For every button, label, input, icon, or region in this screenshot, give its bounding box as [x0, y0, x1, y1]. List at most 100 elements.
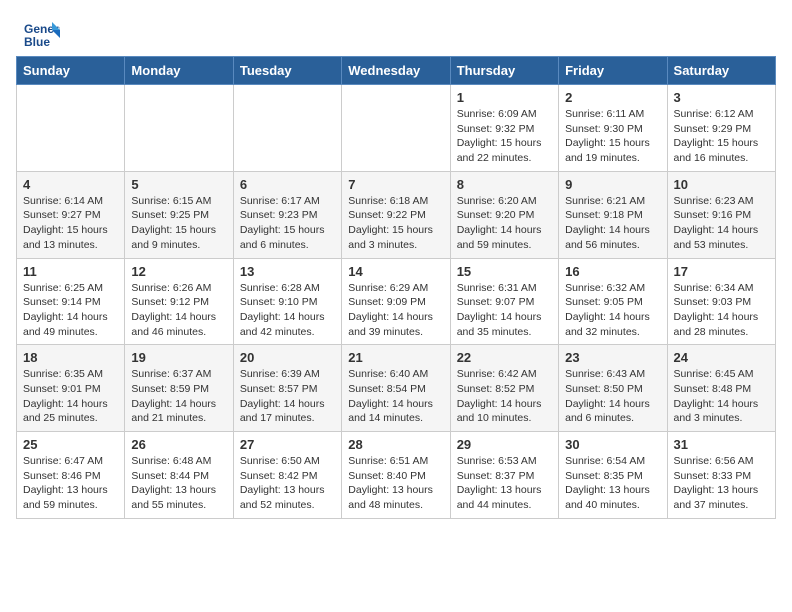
day-info: Sunrise: 6:48 AMSunset: 8:44 PMDaylight:… [131, 454, 226, 513]
day-number: 24 [674, 350, 769, 365]
day-number: 28 [348, 437, 443, 452]
day-number: 5 [131, 177, 226, 192]
day-info: Sunrise: 6:25 AMSunset: 9:14 PMDaylight:… [23, 281, 118, 340]
day-info: Sunrise: 6:29 AMSunset: 9:09 PMDaylight:… [348, 281, 443, 340]
weekday-header-tuesday: Tuesday [233, 57, 341, 85]
day-number: 17 [674, 264, 769, 279]
calendar-cell [342, 85, 450, 172]
day-info: Sunrise: 6:37 AMSunset: 8:59 PMDaylight:… [131, 367, 226, 426]
calendar-cell: 20Sunrise: 6:39 AMSunset: 8:57 PMDayligh… [233, 345, 341, 432]
day-info: Sunrise: 6:35 AMSunset: 9:01 PMDaylight:… [23, 367, 118, 426]
page-header: General Blue [0, 0, 792, 56]
calendar-cell: 26 Sunrise: 6:48 AMSunset: 8:44 PMDayligh… [125, 432, 233, 519]
weekday-header-saturday: Saturday [667, 57, 775, 85]
calendar-cell: 28Sunrise: 6:51 AMSunset: 8:40 PMDayligh… [342, 432, 450, 519]
day-info: Sunrise: 6:34 AMSunset: 9:03 PMDaylight:… [674, 281, 769, 340]
calendar-cell: 16 Sunrise: 6:32 AMSunset: 9:05 PMDayligh… [559, 258, 667, 345]
day-number: 16 [565, 264, 660, 279]
day-number: 23 [565, 350, 660, 365]
day-info: Sunrise: 6:56 AMSunset: 8:33 PMDaylight:… [674, 454, 769, 513]
weekday-header-sunday: Sunday [17, 57, 125, 85]
calendar-cell: 3 Sunrise: 6:12 AMSunset: 9:29 PMDaylight… [667, 85, 775, 172]
day-info: Sunrise: 6:50 AMSunset: 8:42 PMDaylight:… [240, 454, 335, 513]
weekday-header-thursday: Thursday [450, 57, 558, 85]
calendar-cell: 23Sunrise: 6:43 AMSunset: 8:50 PMDayligh… [559, 345, 667, 432]
day-number: 18 [23, 350, 118, 365]
day-number: 19 [131, 350, 226, 365]
day-number: 10 [674, 177, 769, 192]
calendar-cell: 18 Sunrise: 6:35 AMSunset: 9:01 PMDayligh… [17, 345, 125, 432]
weekday-header-friday: Friday [559, 57, 667, 85]
day-info: Sunrise: 6:18 AMSunset: 9:22 PMDaylight:… [348, 194, 443, 253]
day-info: Sunrise: 6:40 AMSunset: 8:54 PMDaylight:… [348, 367, 443, 426]
day-info: Sunrise: 6:11 AMSunset: 9:30 PMDaylight:… [565, 107, 660, 166]
day-info: Sunrise: 6:45 AMSunset: 8:48 PMDaylight:… [674, 367, 769, 426]
day-info: Sunrise: 6:31 AMSunset: 9:07 PMDaylight:… [457, 281, 552, 340]
day-info: Sunrise: 6:42 AMSunset: 8:52 PMDaylight:… [457, 367, 552, 426]
calendar-cell [233, 85, 341, 172]
calendar-cell: 17 Sunrise: 6:34 AMSunset: 9:03 PMDayligh… [667, 258, 775, 345]
calendar-cell: 13 Sunrise: 6:28 AMSunset: 9:10 PMDayligh… [233, 258, 341, 345]
calendar-cell: 19 Sunrise: 6:37 AMSunset: 8:59 PMDayligh… [125, 345, 233, 432]
calendar-week-row: 4 Sunrise: 6:14 AMSunset: 9:27 PMDaylight… [17, 171, 776, 258]
day-number: 30 [565, 437, 660, 452]
day-info: Sunrise: 6:26 AMSunset: 9:12 PMDaylight:… [131, 281, 226, 340]
day-number: 2 [565, 90, 660, 105]
calendar-cell: 10 Sunrise: 6:23 AMSunset: 9:16 PMDayligh… [667, 171, 775, 258]
calendar-cell: 11 Sunrise: 6:25 AMSunset: 9:14 PMDayligh… [17, 258, 125, 345]
day-number: 27 [240, 437, 335, 452]
calendar-cell: 25 Sunrise: 6:47 AMSunset: 8:46 PMDayligh… [17, 432, 125, 519]
calendar-header: SundayMondayTuesdayWednesdayThursdayFrid… [17, 57, 776, 85]
calendar-body: 1Sunrise: 6:09 AMSunset: 9:32 PMDaylight… [17, 85, 776, 519]
day-number: 12 [131, 264, 226, 279]
day-number: 14 [348, 264, 443, 279]
day-number: 15 [457, 264, 552, 279]
weekday-header-monday: Monday [125, 57, 233, 85]
calendar-week-row: 11 Sunrise: 6:25 AMSunset: 9:14 PMDayligh… [17, 258, 776, 345]
day-number: 26 [131, 437, 226, 452]
calendar-table: SundayMondayTuesdayWednesdayThursdayFrid… [16, 56, 776, 519]
calendar-cell: 21 Sunrise: 6:40 AMSunset: 8:54 PMDayligh… [342, 345, 450, 432]
calendar-cell: 6 Sunrise: 6:17 AMSunset: 9:23 PMDaylight… [233, 171, 341, 258]
day-info: Sunrise: 6:12 AMSunset: 9:29 PMDaylight:… [674, 107, 769, 166]
calendar-cell: 8 Sunrise: 6:20 AMSunset: 9:20 PMDaylight… [450, 171, 558, 258]
day-number: 3 [674, 90, 769, 105]
day-number: 31 [674, 437, 769, 452]
calendar-wrapper: SundayMondayTuesdayWednesdayThursdayFrid… [0, 56, 792, 529]
calendar-cell: 1Sunrise: 6:09 AMSunset: 9:32 PMDaylight… [450, 85, 558, 172]
calendar-cell [17, 85, 125, 172]
day-number: 8 [457, 177, 552, 192]
logo: General Blue [24, 18, 62, 46]
day-number: 11 [23, 264, 118, 279]
logo-icon: General Blue [24, 20, 60, 48]
day-number: 6 [240, 177, 335, 192]
day-number: 4 [23, 177, 118, 192]
calendar-cell: 30Sunrise: 6:54 AMSunset: 8:35 PMDayligh… [559, 432, 667, 519]
calendar-cell: 5 Sunrise: 6:15 AMSunset: 9:25 PMDaylight… [125, 171, 233, 258]
day-info: Sunrise: 6:32 AMSunset: 9:05 PMDaylight:… [565, 281, 660, 340]
calendar-cell: 24 Sunrise: 6:45 AMSunset: 8:48 PMDayligh… [667, 345, 775, 432]
calendar-cell: 2 Sunrise: 6:11 AMSunset: 9:30 PMDaylight… [559, 85, 667, 172]
day-info: Sunrise: 6:53 AMSunset: 8:37 PMDaylight:… [457, 454, 552, 513]
day-number: 21 [348, 350, 443, 365]
calendar-cell: 14 Sunrise: 6:29 AMSunset: 9:09 PMDayligh… [342, 258, 450, 345]
day-number: 25 [23, 437, 118, 452]
day-number: 13 [240, 264, 335, 279]
calendar-cell: 22Sunrise: 6:42 AMSunset: 8:52 PMDayligh… [450, 345, 558, 432]
day-info: Sunrise: 6:39 AMSunset: 8:57 PMDaylight:… [240, 367, 335, 426]
calendar-week-row: 25 Sunrise: 6:47 AMSunset: 8:46 PMDayligh… [17, 432, 776, 519]
day-info: Sunrise: 6:47 AMSunset: 8:46 PMDaylight:… [23, 454, 118, 513]
day-number: 7 [348, 177, 443, 192]
day-info: Sunrise: 6:09 AMSunset: 9:32 PMDaylight:… [457, 107, 552, 166]
day-info: Sunrise: 6:15 AMSunset: 9:25 PMDaylight:… [131, 194, 226, 253]
calendar-cell: 7 Sunrise: 6:18 AMSunset: 9:22 PMDaylight… [342, 171, 450, 258]
day-info: Sunrise: 6:14 AMSunset: 9:27 PMDaylight:… [23, 194, 118, 253]
day-info: Sunrise: 6:28 AMSunset: 9:10 PMDaylight:… [240, 281, 335, 340]
weekday-header-row: SundayMondayTuesdayWednesdayThursdayFrid… [17, 57, 776, 85]
day-info: Sunrise: 6:17 AMSunset: 9:23 PMDaylight:… [240, 194, 335, 253]
day-number: 29 [457, 437, 552, 452]
day-info: Sunrise: 6:20 AMSunset: 9:20 PMDaylight:… [457, 194, 552, 253]
day-info: Sunrise: 6:23 AMSunset: 9:16 PMDaylight:… [674, 194, 769, 253]
calendar-week-row: 18 Sunrise: 6:35 AMSunset: 9:01 PMDayligh… [17, 345, 776, 432]
calendar-cell: 4 Sunrise: 6:14 AMSunset: 9:27 PMDaylight… [17, 171, 125, 258]
